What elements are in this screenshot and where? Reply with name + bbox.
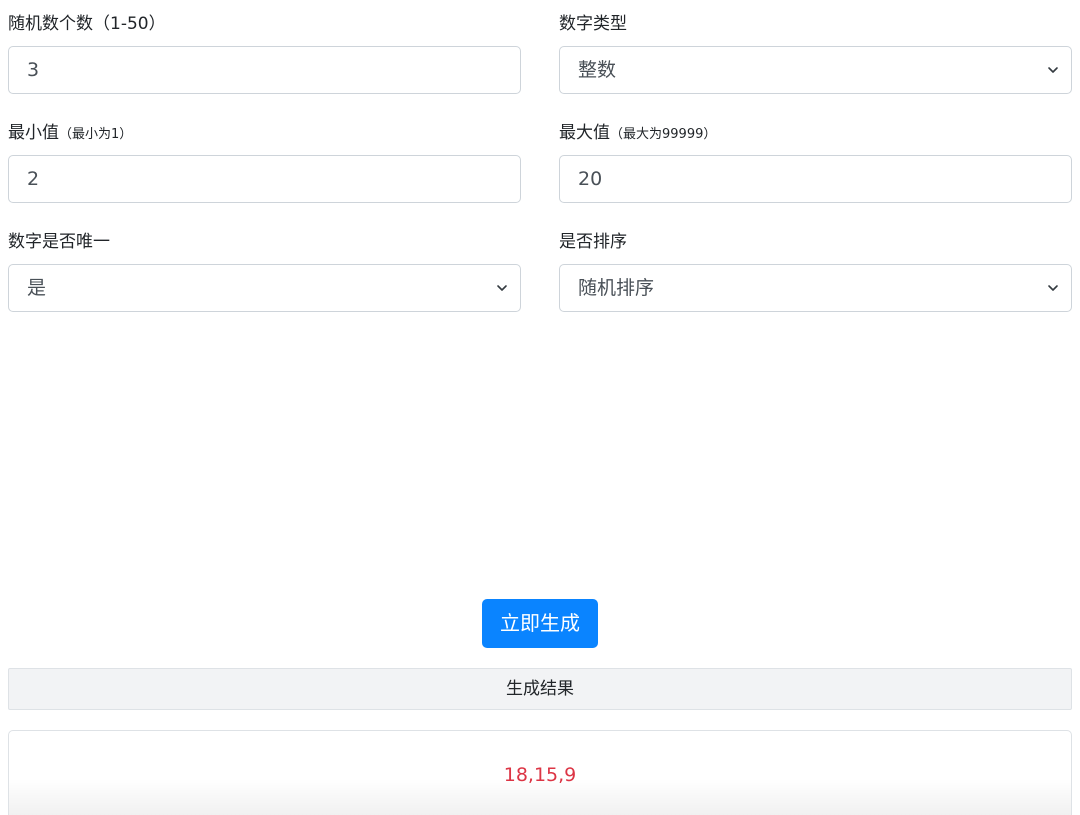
sort-select-value: 随机排序 <box>578 277 655 299</box>
unique-field: 数字是否唯一 是 <box>8 231 521 313</box>
sort-label: 是否排序 <box>559 232 627 252</box>
unique-label: 数字是否唯一 <box>8 232 110 252</box>
chevron-down-icon <box>1048 67 1058 73</box>
min-label: 最小值（最小为1） <box>8 122 132 146</box>
result-header: 生成结果 <box>8 668 1072 710</box>
max-field: 最大值（最大为99999） <box>559 122 1072 204</box>
generate-button[interactable]: 立即生成 <box>482 599 598 648</box>
min-label-text: 最小值 <box>8 123 59 143</box>
min-label-hint: （最小为1） <box>59 127 133 142</box>
max-label-hint: （最大为99999） <box>610 127 717 142</box>
min-field: 最小值（最小为1） <box>8 122 521 204</box>
sort-select[interactable]: 随机排序 <box>559 264 1072 312</box>
type-field: 数字类型 整数 <box>559 13 1072 95</box>
max-input[interactable] <box>559 155 1072 203</box>
type-select[interactable]: 整数 <box>559 46 1072 94</box>
max-label: 最大值（最大为99999） <box>559 122 716 146</box>
chevron-down-icon <box>1048 285 1058 291</box>
result-value: 18,15,9 <box>503 764 577 786</box>
count-field: 随机数个数（1-50） <box>8 13 521 95</box>
unique-select[interactable]: 是 <box>8 264 521 312</box>
count-label: 随机数个数（1-50） <box>8 14 166 34</box>
sort-field: 是否排序 随机排序 <box>559 231 1072 313</box>
min-input[interactable] <box>8 155 521 203</box>
unique-select-value: 是 <box>27 277 47 299</box>
result-box: 18,15,9 <box>8 730 1072 815</box>
type-label: 数字类型 <box>559 14 627 34</box>
count-input[interactable] <box>8 46 521 94</box>
chevron-down-icon <box>497 285 507 291</box>
type-select-value: 整数 <box>578 59 617 81</box>
max-label-text: 最大值 <box>559 123 610 143</box>
